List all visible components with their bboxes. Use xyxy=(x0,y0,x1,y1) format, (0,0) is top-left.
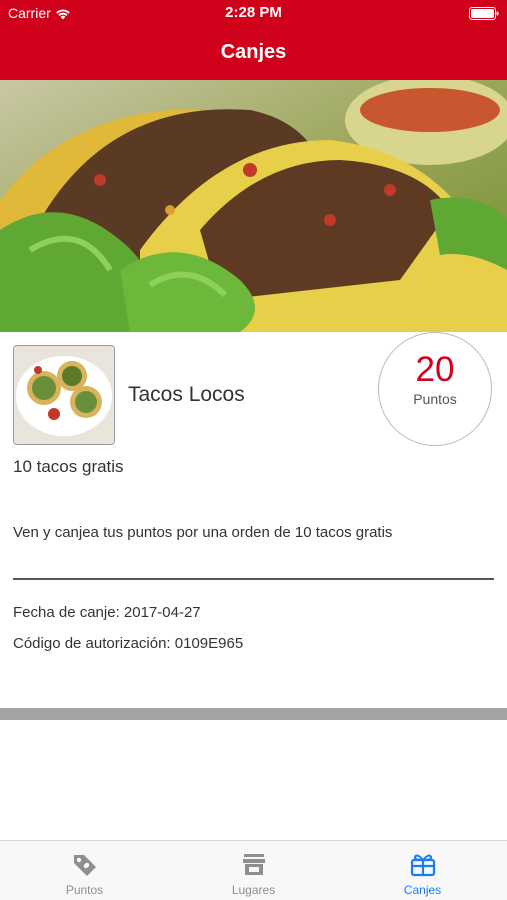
tacos-thumbnail xyxy=(13,345,115,445)
status-time: 2:28 PM xyxy=(225,4,282,21)
tab-canjes[interactable]: Canjes xyxy=(338,841,507,900)
page-title: Canjes xyxy=(220,41,287,63)
tab-lugares[interactable]: Lugares xyxy=(169,841,338,900)
reward-description: Ven y canjea tus puntos por una orden de… xyxy=(13,524,393,541)
section-separator xyxy=(0,708,507,720)
tag-icon xyxy=(73,855,96,876)
tab-bar: Puntos Lugares Canjes xyxy=(0,840,507,900)
gift-icon xyxy=(410,854,435,877)
redeem-date: Fecha de canje: 2017-04-27 xyxy=(13,604,201,621)
navigation-bar: Canjes xyxy=(0,26,507,80)
points-label: Puntos xyxy=(413,391,457,407)
tab-label: Puntos xyxy=(65,883,104,897)
restaurant-name: Tacos Locos xyxy=(128,383,245,406)
points-value: 20 xyxy=(415,350,455,389)
tacos-hero-image xyxy=(0,80,507,332)
divider xyxy=(13,578,494,580)
battery-icon xyxy=(469,7,499,20)
tab-label: Canjes xyxy=(403,883,442,897)
status-bar: Carrier 2:28 PM xyxy=(0,0,507,26)
authorization-code: Código de autorización: 0109E965 xyxy=(13,635,244,652)
tab-puntos[interactable]: Puntos xyxy=(0,841,169,900)
points-badge: 20 Puntos xyxy=(378,332,492,446)
reward-title: 10 tacos gratis xyxy=(13,457,124,476)
tab-label: Lugares xyxy=(231,883,276,897)
store-icon xyxy=(242,854,265,875)
